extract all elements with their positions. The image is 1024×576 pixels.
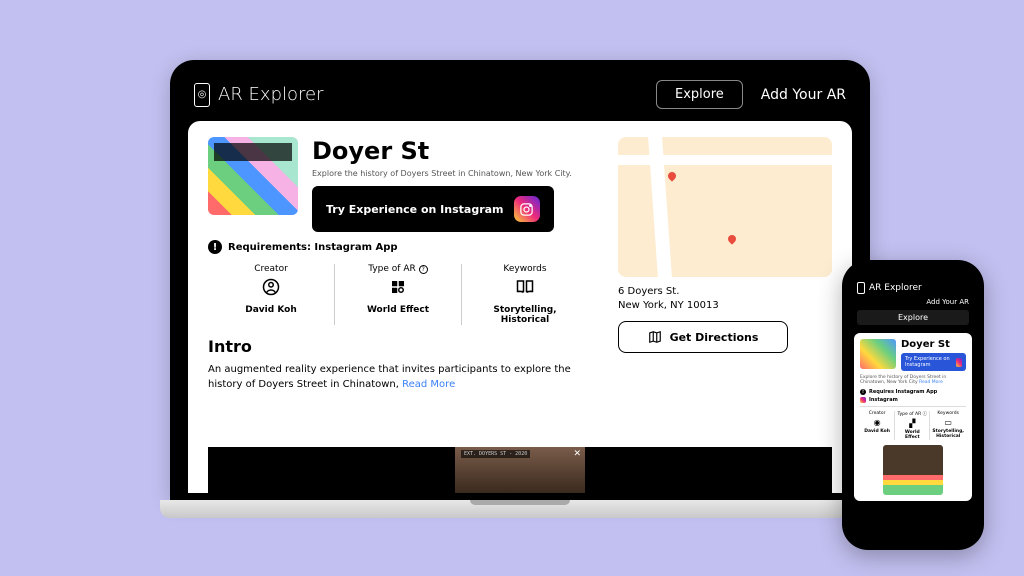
meta-row: Creator David Koh Type of AR? World Effe… [208,264,588,325]
instagram-icon [514,196,540,222]
book-icon: ▭ [932,418,964,427]
hero-image [208,137,298,215]
brand[interactable]: AR Explorer [857,282,969,294]
map-pin-icon [666,170,677,181]
address: 6 Doyers St. New York, NY 10013 [618,285,832,313]
explore-button[interactable]: Explore [857,310,969,325]
laptop-base [160,500,880,518]
phone-frame: AR Explorer Add Your AR Explore Doyer St… [842,260,984,550]
intro-heading: Intro [208,337,588,356]
nav: Explore Add Your AR [656,80,846,109]
video-thumb[interactable] [883,445,943,495]
laptop-screen: ◎ AR Explorer Explore Add Your AR Doyer … [170,60,870,500]
try-instagram-button[interactable]: Try Experience on Instagram [901,353,966,371]
add-ar-link[interactable]: Add Your AR [857,298,969,306]
try-instagram-button[interactable]: Try Experience on Instagram [312,186,554,232]
explore-button[interactable]: Explore [656,80,743,109]
phone-screen: AR Explorer Add Your AR Explore Doyer St… [849,268,977,542]
tagline: Explore the history of Doyers Street in … [860,375,966,386]
map-icon [648,330,662,344]
page-title: Doyer St [901,339,966,350]
read-more-link[interactable]: Read More [919,380,943,385]
world-effect-icon: ▞ [897,419,927,428]
get-directions-button[interactable]: Get Directions [618,321,788,353]
header-bar: ◎ AR Explorer Explore Add Your AR [188,74,852,121]
brand[interactable]: ◎ AR Explorer [194,83,324,107]
instagram-icon [956,358,962,367]
content: Doyer St Explore the history of Doyers S… [188,121,852,493]
alert-icon: ! [208,240,222,254]
requirements: ! Requirements: Instagram App [208,240,588,254]
brand-icon [857,282,865,294]
brand-text: AR Explorer [218,84,324,105]
page-title: Doyer St [312,137,572,165]
add-ar-link[interactable]: Add Your AR [761,87,846,103]
read-more-link[interactable]: Read More [402,379,455,390]
instagram-icon [860,397,866,403]
world-effect-icon [343,278,453,301]
person-icon [216,278,326,301]
map-pin-icon [726,233,737,244]
help-icon[interactable]: ? [419,265,428,274]
tagline: Explore the history of Doyers Street in … [312,169,572,178]
intro-body: An augmented reality experience that inv… [208,362,588,392]
alert-icon: ! [860,389,866,395]
book-icon [470,278,580,301]
hero-image [860,339,896,369]
map[interactable] [618,137,832,277]
video-strip: EXT. DOYERS ST - 2020 [208,447,832,493]
brand-icon: ◎ [194,83,210,107]
person-icon: ◉ [862,418,892,427]
laptop-frame: ◎ AR Explorer Explore Add Your AR Doyer … [160,60,880,530]
video-thumb[interactable]: EXT. DOYERS ST - 2020 [455,447,585,493]
